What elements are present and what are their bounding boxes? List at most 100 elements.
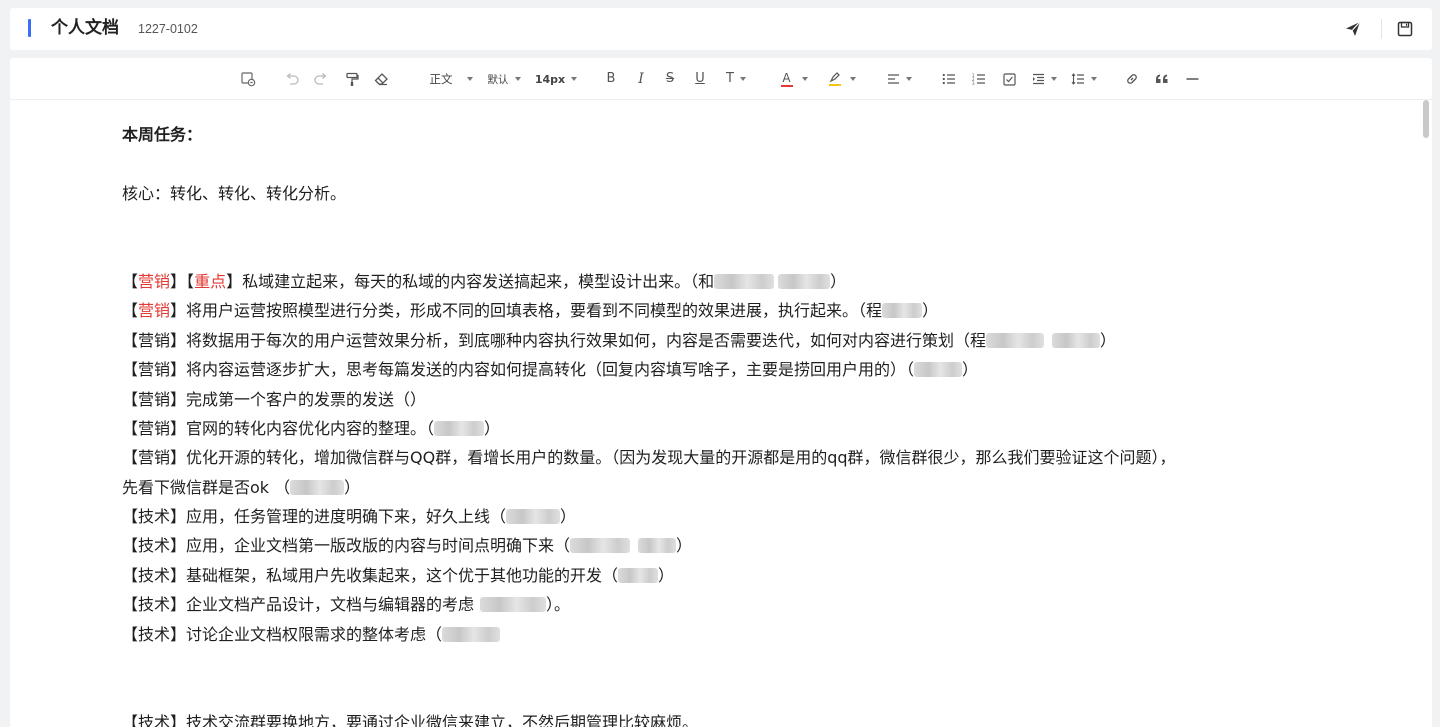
link-button[interactable] <box>1124 69 1140 89</box>
task-text-end: ） <box>922 301 939 321</box>
quote-icon <box>1156 74 1168 83</box>
align-left-icon <box>887 74 899 84</box>
scrollbar-thumb[interactable] <box>1423 100 1429 138</box>
redacted-name <box>1052 332 1101 348</box>
tag-marketing: 【营销】 <box>122 448 187 468</box>
font-size-select[interactable]: 14px <box>533 69 579 89</box>
task-text-end: ） <box>830 271 847 291</box>
document-content[interactable]: 本周任务： 核心：转化、转化、转化分析。 【营销】【重点】私域建立起来，每天的私… <box>122 120 1302 727</box>
font-family-select[interactable]: 默认 <box>484 69 524 89</box>
font-size-value: 14px <box>534 72 566 86</box>
chevron-down-icon <box>739 77 746 81</box>
redacted-name <box>506 509 561 525</box>
content-heading: 本周任务： <box>122 125 203 144</box>
tag-key: 重点 <box>194 271 227 291</box>
underline-icon: U <box>695 71 705 86</box>
tag-marketing: 【营销】 <box>122 418 187 438</box>
task-text-end: ） <box>344 477 361 497</box>
horizontal-rule-icon <box>1186 78 1198 80</box>
task-line: 【营销】将数据用于每次的用户运营效果分析，到底哪种内容执行效果如何，内容是否需要… <box>122 326 1302 355</box>
bold-button[interactable]: B <box>603 69 619 89</box>
font-color-icon: A <box>780 72 793 87</box>
eraser-icon <box>374 73 388 86</box>
tag-tech: 【技术】 <box>122 595 187 615</box>
bullet-list-button[interactable] <box>941 69 957 89</box>
clear-format-icon <box>241 72 256 87</box>
task-line: 【技术】讨论企业文档权限需求的整体考虑（ <box>122 620 1302 649</box>
highlight-color-select[interactable] <box>824 69 860 89</box>
tag-bracket: 【 <box>122 271 139 291</box>
strikethrough-icon: S <box>665 71 675 86</box>
align-select[interactable] <box>884 69 914 89</box>
redacted-name <box>778 273 831 289</box>
format-painter-clear-button[interactable] <box>239 69 257 89</box>
task-text: 应用，任务管理的进度明确下来，好久上线（ <box>186 507 507 527</box>
tag-marketing: 【营销】 <box>122 360 187 380</box>
task-text: 基础框架，私域用户先收集起来，这个优于其他功能的开发（ <box>186 565 619 585</box>
font-color-select[interactable]: A <box>777 69 811 89</box>
tag-bracket: 】 <box>170 271 187 291</box>
task-line-continued: 先看下微信群是否ok （ ） <box>122 473 1302 502</box>
task-line: 【营销】完成第一个客户的发票的发送（） <box>122 385 1302 414</box>
tag-marketing: 营销 <box>138 271 171 291</box>
send-icon <box>1346 21 1361 36</box>
title-accent-bar <box>28 19 31 37</box>
text-format-select[interactable]: T <box>719 69 753 89</box>
redacted-name <box>570 538 631 554</box>
highlight-icon <box>828 72 841 86</box>
task-line: 【技术】应用，企业文档第一版改版的内容与时间点明确下来（ ） <box>122 531 1302 560</box>
task-line: 【营销】优化开源的转化，增加微信群与QQ群，看增长用户的数量。（因为发现大量的开… <box>122 443 1302 472</box>
font-family-value: 默认 <box>487 73 509 86</box>
chevron-down-icon <box>571 77 578 81</box>
editor-toolbar: 正文 默认 14px B I S U T A 1 2 3 <box>10 58 1432 100</box>
task-list-button[interactable] <box>1001 69 1017 89</box>
task-text: 完成第一个客户的发票的发送（） <box>186 389 427 409</box>
send-button[interactable] <box>1344 20 1362 38</box>
tag-marketing: 营销 <box>138 301 171 321</box>
task-line: 【营销】【重点】私域建立起来，每天的私域的内容发送搞起来，模型设计出来。（和） <box>122 267 1302 296</box>
save-button[interactable] <box>1396 20 1414 38</box>
ordered-list-button[interactable]: 123 <box>971 69 987 89</box>
font-color-swatch <box>780 84 793 87</box>
chevron-down-icon <box>905 77 912 81</box>
paint-brush-icon <box>346 72 359 86</box>
tag-tech: 【技术】 <box>122 507 187 527</box>
paragraph-style-value: 正文 <box>429 72 453 86</box>
quote-button[interactable] <box>1154 69 1170 89</box>
eraser-button[interactable] <box>372 69 390 89</box>
tag-bracket: 】 <box>170 301 187 321</box>
undo-icon <box>286 73 299 85</box>
task-text-end: ）。 <box>546 595 571 615</box>
redacted-name <box>434 420 485 436</box>
format-painter-button[interactable] <box>343 69 361 89</box>
task-line: 【营销】将用户运营按照模型进行分类，形成不同的回填表格，要看到不同模型的效果进展… <box>122 296 1302 325</box>
bold-icon: B <box>606 71 616 86</box>
paragraph-style-select[interactable]: 正文 <box>426 69 476 89</box>
task-text: 讨论企业文档权限需求的整体考虑（ <box>186 624 443 644</box>
redo-button[interactable] <box>312 69 330 89</box>
task-text: 技术交流群要换地方，要通过企业微信来建立，不然后期管理比较麻烦。 <box>186 712 699 727</box>
task-line: 【技术】应用，任务管理的进度明确下来，好久上线（ ） <box>122 502 1302 531</box>
chevron-down-icon <box>514 77 521 81</box>
line-height-icon <box>1071 73 1084 85</box>
task-text-end: ） <box>560 507 577 527</box>
horizontal-rule-button[interactable] <box>1184 69 1200 89</box>
italic-button[interactable]: I <box>633 69 649 89</box>
underline-button[interactable]: U <box>692 69 708 89</box>
task-line: 【技术】企业文档产品设计，文档与编辑器的考虑 ）。 <box>122 590 1302 619</box>
indent-select[interactable] <box>1028 69 1060 89</box>
indent-icon <box>1032 73 1044 85</box>
line-height-select[interactable] <box>1068 69 1100 89</box>
page-title: 个人文档 <box>51 18 119 38</box>
checkbox-icon <box>1002 72 1016 86</box>
undo-button[interactable] <box>283 69 301 89</box>
chevron-down-icon <box>849 77 856 81</box>
italic-icon: I <box>638 71 644 87</box>
document-header: 个人文档 1227-0102 <box>10 8 1432 50</box>
strikethrough-button[interactable]: S <box>662 69 678 89</box>
vertical-scrollbar[interactable] <box>1422 100 1430 727</box>
redacted-name <box>714 273 775 289</box>
